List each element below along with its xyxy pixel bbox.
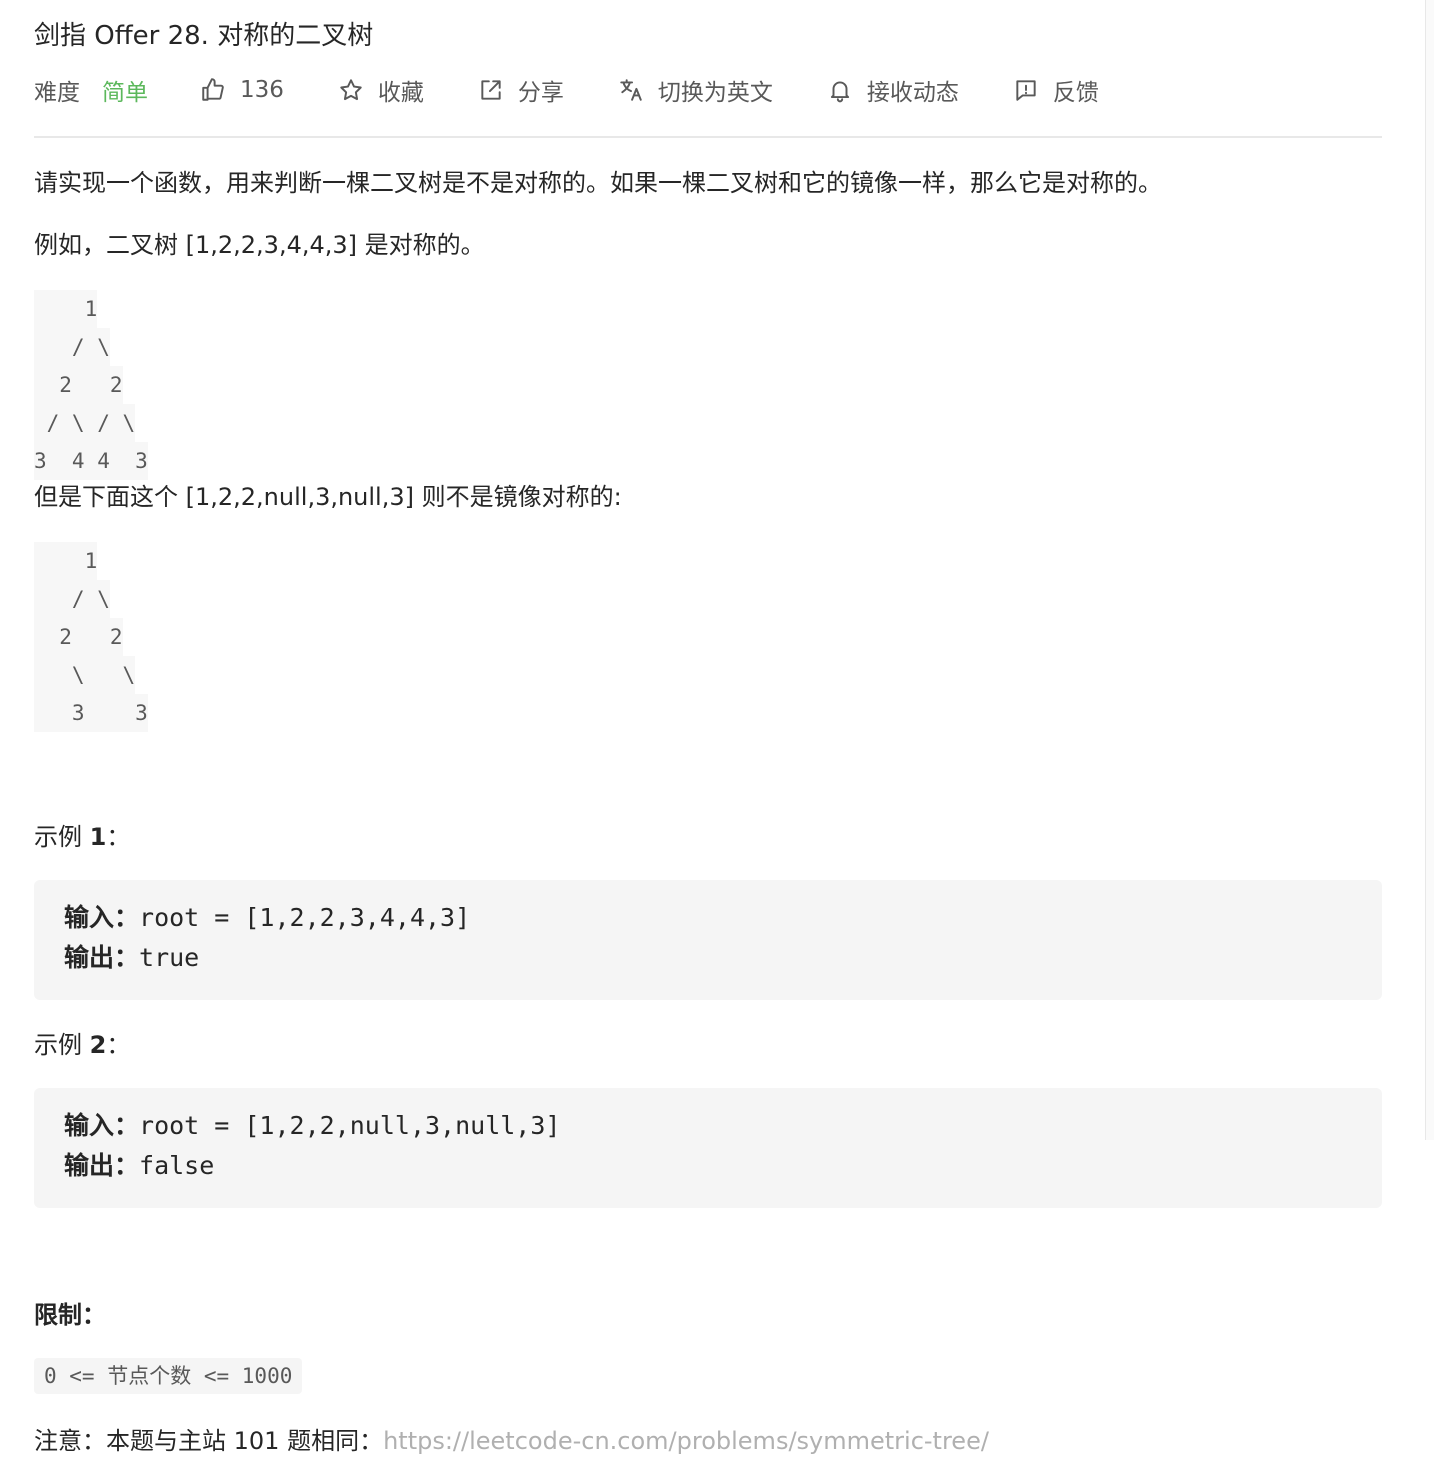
example-1-block: 输入：root = [1,2,2,3,4,4,3] 输出：true xyxy=(34,880,1382,1000)
bell-icon xyxy=(830,81,850,103)
translate-icon xyxy=(620,79,642,101)
example-2-block: 输入：root = [1,2,2,null,3,null,3] 输出：false xyxy=(34,1088,1382,1208)
example-1-heading: 示例 1： xyxy=(34,823,131,851)
example-1-output: 输出：true xyxy=(64,943,200,972)
example-2-output: 输出：false xyxy=(64,1151,215,1180)
thumbs-up-icon xyxy=(202,78,224,101)
difficulty-value: 简单 xyxy=(102,80,148,106)
symmetric-tree-link[interactable]: https://leetcode-cn.com/problems/symmetr… xyxy=(383,1427,989,1455)
problem-title: 剑指 Offer 28. 对称的二叉树 xyxy=(34,21,374,51)
scrollbar[interactable] xyxy=(1425,0,1434,1140)
constraints-heading: 限制： xyxy=(34,1301,106,1329)
symmetric-tree-diagram: 1 / \ 2 2 / \ / \ 3 4 4 3 xyxy=(34,290,148,480)
switch-language-label: 切换为英文 xyxy=(657,80,773,106)
tree-line: 1 xyxy=(34,290,148,328)
header-divider xyxy=(34,136,1382,138)
asymmetric-tree-diagram: 1 / \ 2 2 \ \ 3 3 xyxy=(34,542,148,732)
difficulty-label: 难度 xyxy=(34,80,80,106)
tree-line: 2 2 xyxy=(34,618,148,656)
note: 注意：本题与主站 101 题相同：https://leetcode-cn.com… xyxy=(34,1424,989,1458)
tree-line: 1 xyxy=(34,542,148,580)
example-1-input: 输入：root = [1,2,2,3,4,4,3] xyxy=(64,903,471,932)
tree-line: 2 2 xyxy=(34,366,148,404)
note-text: 注意：本题与主站 101 题相同： xyxy=(34,1427,384,1455)
tree-line: 3 3 xyxy=(34,694,148,732)
subscribe-label: 接收动态 xyxy=(866,80,959,106)
counter-sentence: 但是下面这个 [1,2,2,null,3,null,3] 则不是镜像对称的: xyxy=(34,483,622,511)
feedback-label: 反馈 xyxy=(1052,80,1099,106)
favorite-button[interactable]: 收藏 xyxy=(338,73,424,107)
share-icon xyxy=(481,80,501,100)
example-sentence: 例如，二叉树 [1,2,2,3,4,4,3] 是对称的。 xyxy=(34,231,485,259)
example-2-input: 输入：root = [1,2,2,null,3,null,3] xyxy=(64,1111,561,1140)
like-button[interactable]: 136 xyxy=(200,77,284,103)
favorite-label: 收藏 xyxy=(377,80,424,106)
constraint-text: 0 <= 节点个数 <= 1000 xyxy=(34,1358,303,1394)
switch-language-button[interactable]: 切换为英文 xyxy=(618,73,773,107)
star-icon xyxy=(340,79,362,101)
tree-line: / \ xyxy=(34,580,148,618)
feedback-button[interactable]: 反馈 xyxy=(1013,73,1099,107)
problem-meta-bar: 难度 简单 136 收藏 分享 切换为英文 接收动态 反馈 xyxy=(34,72,1099,108)
like-count: 136 xyxy=(240,77,284,103)
share-button[interactable]: 分享 xyxy=(478,73,564,107)
feedback-icon xyxy=(1016,80,1036,101)
tree-line: 3 4 4 3 xyxy=(34,442,148,480)
problem-intro: 请实现一个函数，用来判断一棵二叉树是不是对称的。如果一棵二叉树和它的镜像一样，那… xyxy=(34,169,1162,197)
subscribe-button[interactable]: 接收动态 xyxy=(827,73,959,107)
tree-line: / \ xyxy=(34,328,148,366)
tree-line: \ \ xyxy=(34,656,148,694)
tree-line: / \ / \ xyxy=(34,404,148,442)
share-label: 分享 xyxy=(517,80,564,106)
example-2-heading: 示例 2： xyxy=(34,1031,131,1059)
